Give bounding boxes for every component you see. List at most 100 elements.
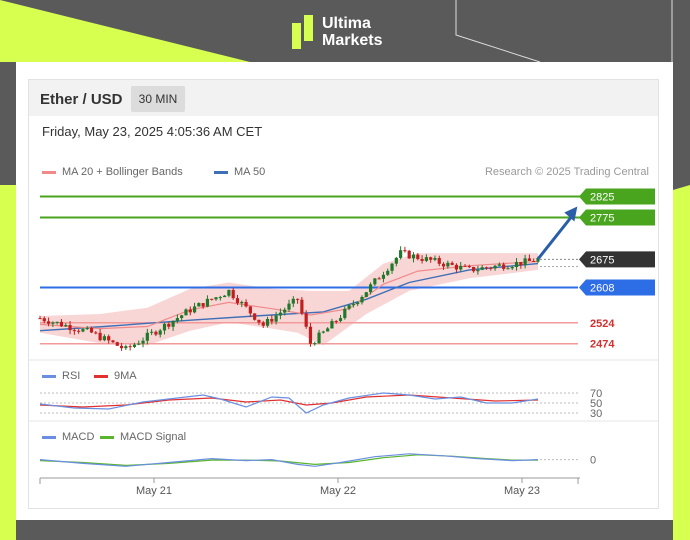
candle-body — [192, 306, 197, 313]
candle-body — [472, 266, 476, 272]
candle-body — [42, 318, 46, 322]
candle-body — [274, 315, 278, 322]
chart-credit: Research © 2025 Trading Central — [485, 166, 649, 178]
legend-label: RSI — [62, 370, 80, 382]
candle-body — [532, 260, 536, 262]
candle-body — [137, 343, 141, 345]
candle-body — [278, 312, 283, 316]
candle-body — [223, 295, 227, 298]
candle-body — [167, 323, 171, 327]
candle-body — [154, 331, 158, 335]
candle-body — [180, 315, 184, 319]
candle-body — [514, 262, 519, 268]
legend-label: MACD Signal — [120, 431, 186, 443]
candle-body — [68, 325, 72, 331]
macd-tick: 0 — [590, 455, 596, 467]
candle-body — [287, 303, 291, 310]
candle-body — [347, 305, 351, 309]
candle-body — [261, 322, 265, 326]
chart-svg: MA 20 + Bollinger Bands MA 50 Research © 2… — [29, 166, 658, 497]
candle-body — [489, 267, 493, 269]
candle-body — [351, 304, 355, 306]
candle-body — [124, 346, 128, 349]
candle-body — [356, 302, 360, 305]
candle-body — [218, 297, 222, 299]
candle-body — [506, 268, 510, 270]
candle-body — [373, 278, 377, 285]
candle-body — [403, 250, 407, 252]
legend-label: MACD — [62, 431, 94, 443]
candle-body — [265, 318, 270, 326]
candle-body — [115, 342, 119, 346]
candle-body — [158, 330, 162, 335]
level-label-2474: 2474 — [590, 339, 615, 351]
candle-body — [214, 297, 218, 300]
legend-label: MA 50 — [234, 166, 265, 178]
candle-body — [467, 266, 471, 268]
candle-body — [94, 332, 98, 334]
candle-body — [227, 289, 231, 296]
candle-body — [368, 284, 373, 293]
x-tick-label: May 21 — [136, 485, 172, 497]
candle-body — [59, 321, 64, 327]
candle-body — [429, 257, 433, 260]
candle-body — [450, 262, 454, 265]
candle-body — [85, 327, 89, 330]
candle-body — [184, 309, 188, 316]
candle-body — [394, 257, 398, 264]
candle-body — [308, 326, 313, 344]
legend-label: 9MA — [114, 370, 137, 382]
candle-body — [141, 340, 145, 344]
rsi-tick: 30 — [590, 408, 602, 420]
candle-body — [377, 278, 381, 280]
candle-body — [390, 263, 394, 271]
candle-body — [89, 327, 94, 333]
legend-swatch — [42, 375, 56, 378]
candle-body — [497, 264, 501, 266]
legend-label: MA 20 + Bollinger Bands — [62, 166, 183, 178]
candle-body — [171, 320, 175, 327]
legend-swatch — [42, 436, 56, 439]
candle-body — [111, 340, 115, 343]
candle-body — [321, 331, 325, 333]
candle-body — [55, 321, 59, 323]
candle-body — [326, 328, 330, 332]
candle-body — [291, 298, 295, 304]
candle-body — [150, 331, 154, 333]
candle-body — [145, 332, 149, 341]
candle-body — [46, 321, 51, 324]
bollinger-band — [40, 253, 538, 346]
candle-body — [338, 318, 343, 322]
candle-body — [437, 258, 441, 264]
x-tick-label: May 22 — [320, 485, 356, 497]
candle-body — [162, 323, 167, 331]
legend-swatch — [100, 436, 114, 439]
legend-swatch — [42, 171, 56, 174]
candle-body — [102, 336, 106, 341]
candle-body — [334, 320, 338, 322]
candle-body — [523, 258, 527, 266]
candle-body — [446, 262, 450, 267]
candle-body — [201, 303, 205, 307]
candle-body — [330, 320, 334, 329]
candle-body — [411, 254, 416, 259]
candle-body — [51, 322, 55, 324]
candle-body — [304, 313, 308, 327]
forecast-arrow-line — [536, 213, 575, 260]
candle-body — [364, 292, 368, 297]
candle-body — [197, 303, 201, 307]
candle-body — [502, 264, 506, 269]
candle-body — [313, 343, 317, 345]
candle-body — [38, 318, 42, 320]
candle-body — [407, 250, 411, 259]
level-label-2524: 2524 — [590, 318, 615, 330]
level-label-2825: 2825 — [590, 191, 614, 203]
candle-body — [283, 309, 287, 313]
candle-body — [416, 254, 420, 260]
candle-body — [433, 258, 437, 260]
candle-body — [240, 301, 244, 304]
candle-body — [64, 325, 68, 327]
level-label-2775: 2775 — [590, 212, 614, 224]
candle-body — [493, 265, 497, 269]
level-label-2675: 2675 — [590, 254, 614, 266]
